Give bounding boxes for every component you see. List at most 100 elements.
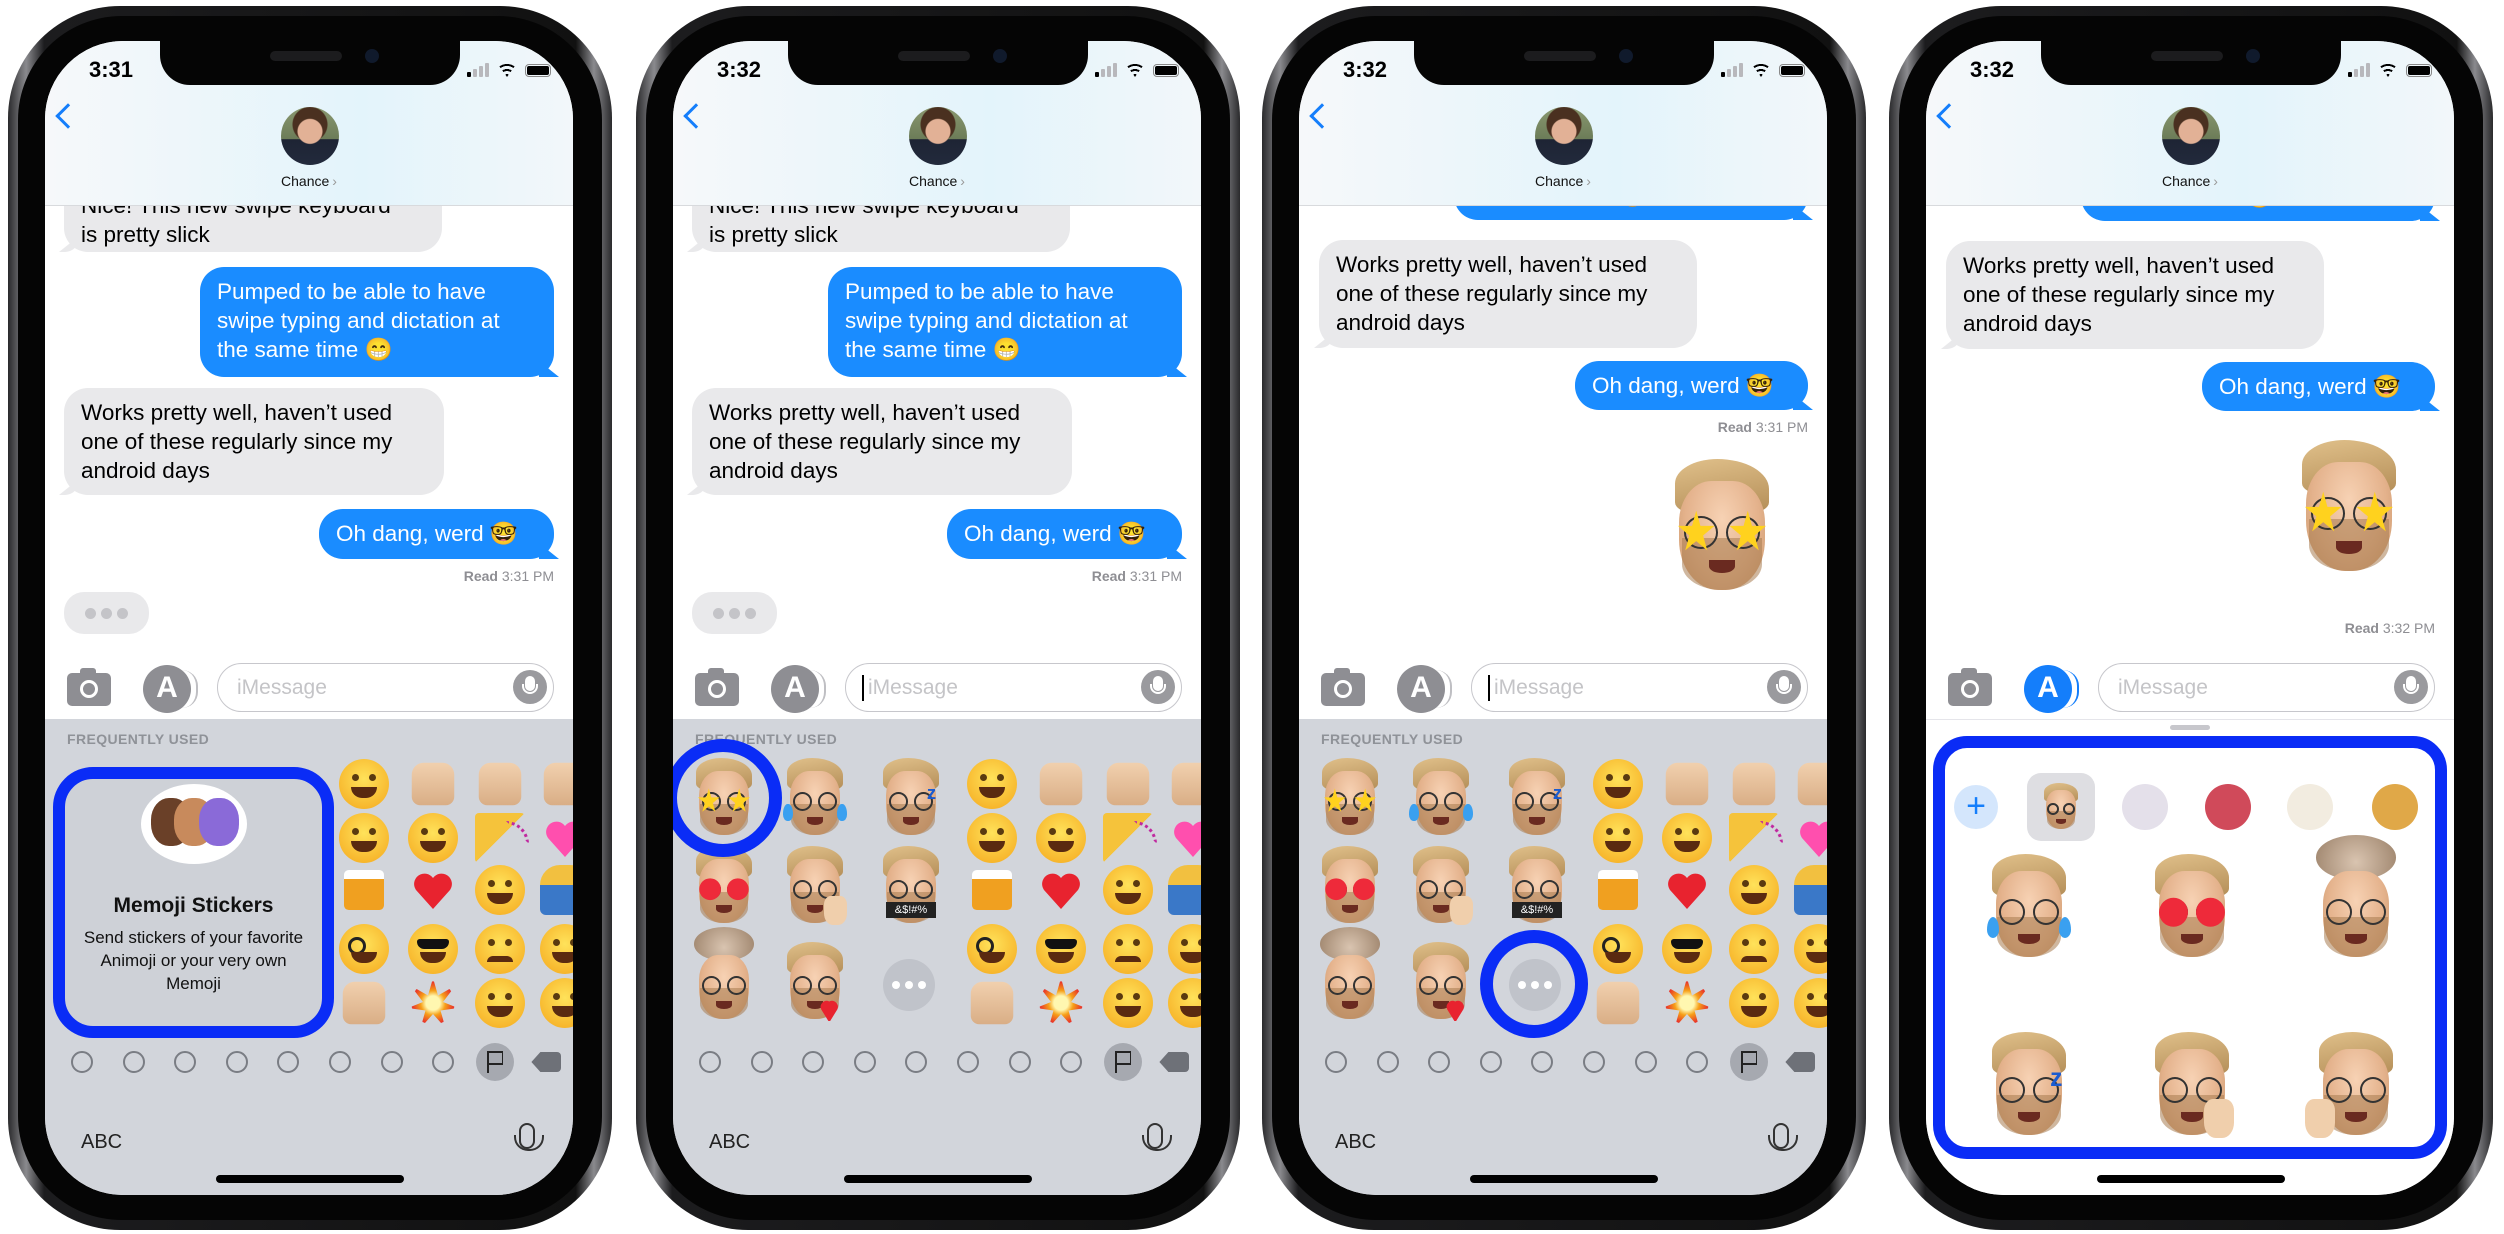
folded-hands-emoji[interactable] — [1039, 762, 1083, 806]
thumbs-up-memoji[interactable] — [782, 845, 848, 927]
camera-button[interactable] — [1321, 668, 1365, 706]
imessage-input[interactable]: iMessage — [1471, 663, 1808, 712]
received-message-bubble[interactable]: Works pretty well, haven’t used one of th… — [1946, 241, 2324, 349]
dictation-mic-button[interactable] — [2394, 670, 2428, 704]
app-store-button[interactable]: A — [143, 665, 198, 713]
collision-emoji[interactable] — [1036, 978, 1086, 1028]
flexed-biceps-emoji[interactable] — [543, 762, 573, 806]
category-objects-button[interactable] — [1001, 1043, 1039, 1081]
red-heart-emoji[interactable] — [408, 865, 458, 915]
raising-hands-emoji[interactable] — [1732, 762, 1776, 806]
contact-avatar[interactable] — [281, 107, 339, 165]
camera-button[interactable] — [695, 668, 739, 706]
winking-tongue-emoji[interactable] — [1794, 924, 1827, 974]
smiling-face-emoji[interactable] — [1794, 978, 1827, 1028]
category-flags-button[interactable] — [1729, 1043, 1768, 1081]
sent-message-bubble[interactable]: Oh dang, werd 🤓 — [2202, 362, 2435, 411]
man-shrugging-emoji[interactable] — [1794, 865, 1827, 915]
category-delete-button[interactable] — [1155, 1043, 1193, 1081]
mind-blown-memoji[interactable] — [1317, 927, 1383, 1023]
mind-blown-memoji[interactable] — [691, 927, 757, 1023]
disappointed-face-emoji[interactable] — [475, 924, 525, 974]
zany-face-emoji[interactable] — [1729, 978, 1779, 1028]
contact-name-button[interactable]: Chance › — [45, 173, 573, 189]
star-struck-memoji[interactable] — [2293, 439, 2405, 577]
man-shrugging-emoji[interactable] — [1168, 865, 1201, 915]
imessage-input[interactable]: iMessage — [2098, 663, 2435, 712]
tears-of-joy-emoji[interactable] — [1729, 865, 1779, 915]
category-symbols-button[interactable] — [1678, 1043, 1716, 1081]
keyboard-dictation-button[interactable] — [1768, 1123, 1798, 1151]
nerd-face-emoji[interactable] — [339, 924, 389, 974]
sleeping-memoji[interactable]: z — [1985, 1032, 2073, 1139]
wink-kiss-memoji[interactable] — [782, 941, 848, 1023]
wink-kiss-memoji[interactable] — [1408, 941, 1474, 1023]
sleeping-memoji[interactable]: z — [1504, 757, 1570, 839]
category-recents-button[interactable] — [63, 1043, 101, 1081]
sent-message-bubble[interactable]: Oh dang, werd 🤓 — [1575, 361, 1808, 410]
party-popper-emoji[interactable] — [1103, 813, 1153, 863]
giraffe-animoji-button[interactable] — [2372, 784, 2418, 830]
category-flags-button[interactable] — [1103, 1043, 1142, 1081]
app-store-button[interactable]: A — [2024, 665, 2079, 713]
tears-of-joy-memoji[interactable] — [1408, 757, 1474, 839]
sent-message-bubble[interactable]: Oh dang, werd 🤓 — [947, 509, 1182, 559]
my-memoji[interactable] — [2041, 782, 2081, 832]
category-travel-button[interactable] — [321, 1043, 359, 1081]
grinning-sweat-emoji[interactable] — [1593, 813, 1643, 863]
disappointed-face-emoji[interactable] — [1729, 924, 1779, 974]
category-activity-button[interactable] — [269, 1043, 307, 1081]
sleeping-memoji[interactable]: z — [878, 757, 944, 839]
thumbs-up-memoji[interactable] — [1408, 845, 1474, 927]
grinning-sweat-emoji[interactable] — [339, 813, 389, 863]
two-hearts-emoji[interactable] — [1794, 813, 1827, 863]
raising-hands-emoji[interactable] — [478, 762, 522, 806]
category-recents-button[interactable] — [1317, 1043, 1355, 1081]
nerd-face-emoji[interactable] — [1593, 924, 1643, 974]
flexed-biceps-emoji[interactable] — [1797, 762, 1827, 806]
folded-hands-emoji[interactable] — [411, 762, 455, 806]
home-indicator[interactable] — [2097, 1175, 2285, 1183]
mouse-animoji-button[interactable] — [2122, 784, 2168, 830]
category-symbols-button[interactable] — [1052, 1043, 1090, 1081]
category-flags-button[interactable] — [475, 1043, 514, 1081]
keyboard-dictation-button[interactable] — [514, 1123, 544, 1151]
add-memoji-button[interactable]: + — [1954, 785, 1998, 829]
tears-of-joy-emoji[interactable] — [1103, 865, 1153, 915]
sunglasses-face-emoji[interactable] — [408, 924, 458, 974]
tears-of-joy-memoji[interactable] — [1985, 854, 2073, 961]
home-indicator[interactable] — [844, 1175, 1032, 1183]
drawer-grabber[interactable] — [2170, 725, 2210, 730]
tears-of-joy-emoji[interactable] — [475, 865, 525, 915]
dictation-mic-button[interactable] — [513, 670, 547, 704]
category-food-button[interactable] — [1472, 1043, 1510, 1081]
man-shrugging-emoji[interactable] — [540, 865, 573, 915]
sent-message-bubble[interactable]: Pumped to be able to have swipe typing an… — [828, 267, 1182, 377]
category-objects-button[interactable] — [1627, 1043, 1665, 1081]
heart-eyes-memoji[interactable] — [1317, 845, 1383, 927]
mind-blown-memoji[interactable] — [2312, 835, 2400, 961]
dictation-mic-button[interactable] — [1767, 670, 1801, 704]
grawlix-memoji[interactable]: &$!#% — [1504, 845, 1570, 927]
thumbs-up-emoji[interactable] — [1596, 981, 1640, 1025]
camera-button[interactable] — [1948, 668, 1992, 706]
flexed-biceps-emoji[interactable] — [1171, 762, 1201, 806]
app-store-button[interactable]: A — [771, 665, 826, 713]
smiling-face-emoji[interactable] — [1168, 978, 1201, 1028]
memoji-stickers-card[interactable]: Memoji Stickers Send stickers of your fav… — [53, 767, 334, 1038]
tears-of-joy-memoji[interactable] — [782, 757, 848, 839]
clinking-beers-emoji[interactable] — [972, 870, 1012, 910]
two-hearts-emoji[interactable] — [1168, 813, 1201, 863]
clinking-beers-emoji[interactable] — [344, 870, 384, 910]
contact-avatar[interactable] — [2162, 107, 2220, 165]
collision-emoji[interactable] — [1662, 978, 1712, 1028]
dictation-mic-button[interactable] — [1141, 670, 1175, 704]
camera-button[interactable] — [67, 668, 111, 706]
selected-character-tile[interactable] — [2027, 773, 2095, 841]
abc-keyboard-button[interactable]: ABC — [709, 1131, 750, 1154]
thumbs-up-memoji[interactable] — [2148, 1032, 2236, 1139]
two-hearts-emoji[interactable] — [540, 813, 573, 863]
category-smileys-button[interactable] — [115, 1043, 153, 1081]
contact-name-button[interactable]: Chance › — [1299, 173, 1827, 189]
grinning-sweat-emoji[interactable] — [967, 813, 1017, 863]
